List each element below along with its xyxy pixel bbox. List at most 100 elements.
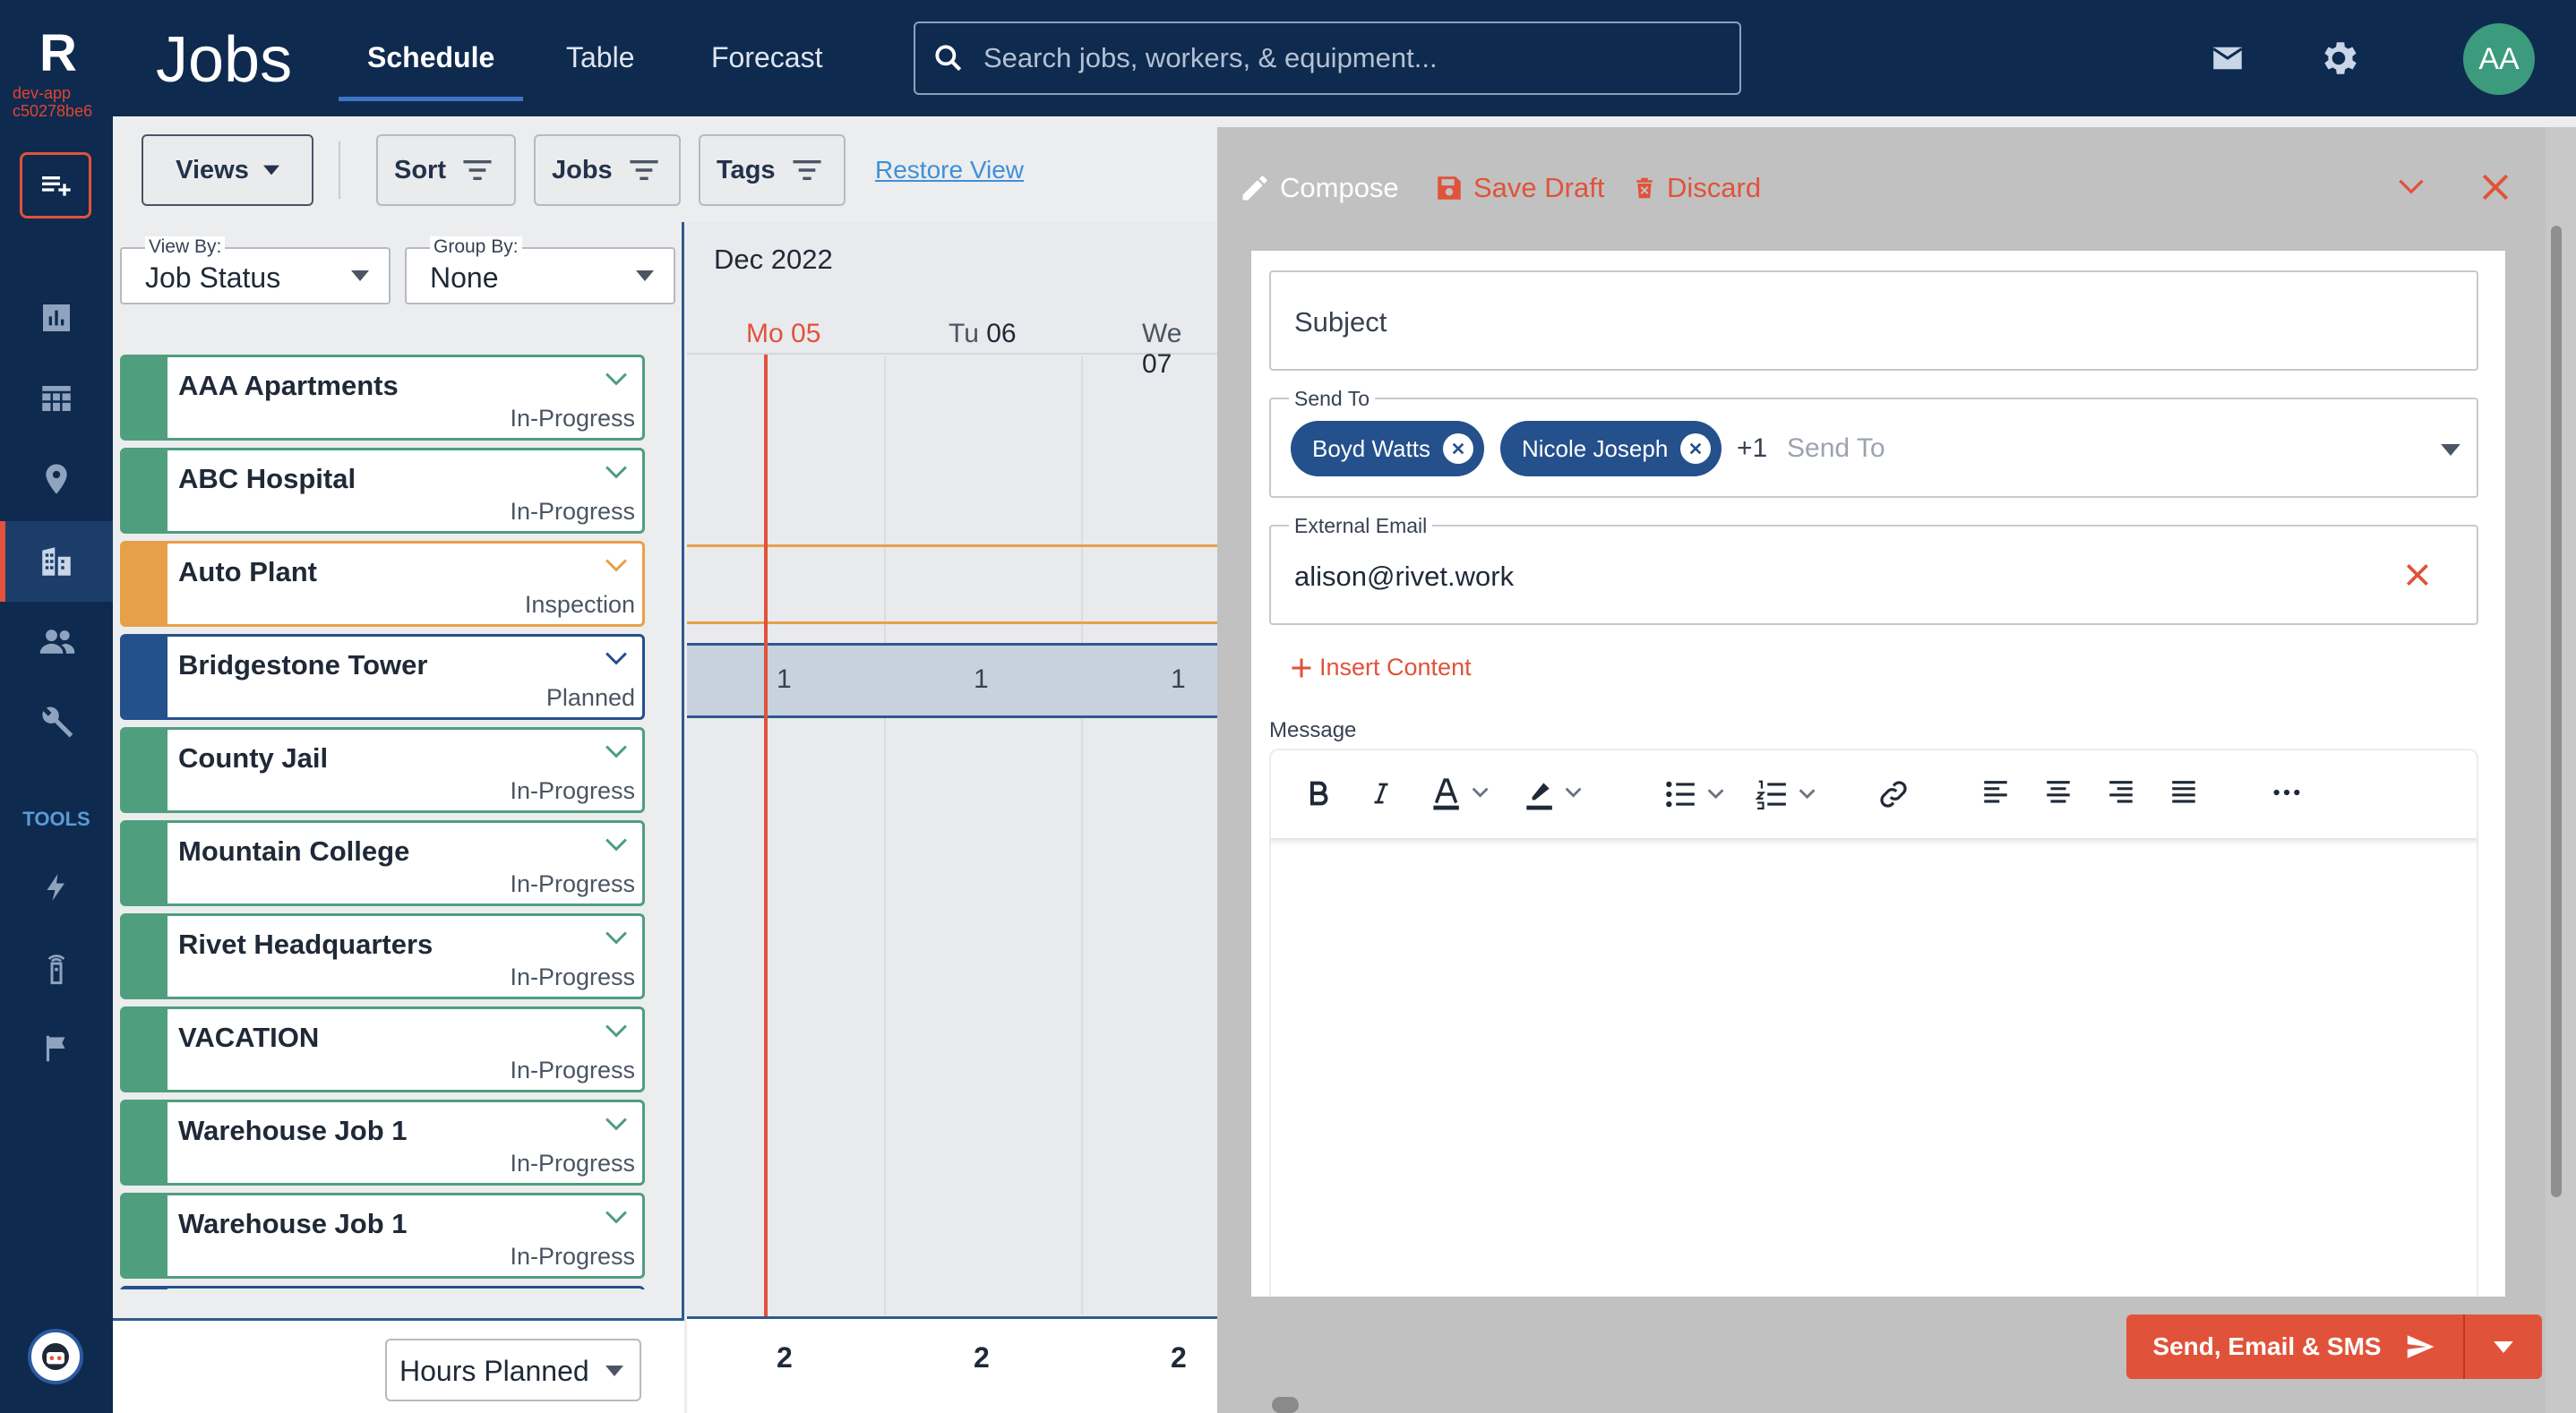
views-button[interactable]: Views xyxy=(142,134,313,206)
nav-map[interactable] xyxy=(0,439,113,519)
numbered-list-button[interactable] xyxy=(1755,777,1823,811)
sort-button[interactable]: Sort xyxy=(376,134,516,206)
filter-lines-icon xyxy=(792,159,821,181)
restore-view-link[interactable]: Restore View xyxy=(875,156,1024,184)
caret-down-icon xyxy=(262,165,279,176)
job-status: In-Progress xyxy=(510,1243,635,1270)
tags-filter-button[interactable]: Tags xyxy=(699,134,846,206)
user-avatar[interactable]: AA xyxy=(2463,23,2535,95)
job-card[interactable]: Mountain College In-Progress xyxy=(120,820,645,906)
chevron-down-icon[interactable] xyxy=(605,1023,628,1038)
remove-recipient-button[interactable] xyxy=(1442,433,1473,464)
caret-down-icon xyxy=(636,270,654,281)
send-to-field[interactable]: Send To Boyd Watts Nicole Joseph +1 Send… xyxy=(1269,387,2478,498)
message-editor[interactable] xyxy=(1269,838,2478,1297)
save-draft-button[interactable]: Save Draft xyxy=(1434,172,1604,204)
align-left-button[interactable] xyxy=(1980,777,2011,808)
tab-schedule[interactable]: Schedule xyxy=(367,41,494,74)
chevron-down-icon[interactable] xyxy=(605,1117,628,1131)
chevron-down-icon[interactable] xyxy=(605,930,628,945)
message-label: Message xyxy=(1269,718,1357,742)
mail-button[interactable] xyxy=(2207,39,2248,77)
nav-flags[interactable] xyxy=(0,1008,113,1089)
chevron-down-icon[interactable] xyxy=(605,558,628,572)
discard-button[interactable]: Discard xyxy=(1631,172,1761,204)
job-card[interactable]: Bridgestone Tower Planned xyxy=(120,634,645,720)
justify-button[interactable] xyxy=(2168,777,2199,808)
app-logo[interactable]: R xyxy=(39,23,77,83)
more-recipients-count[interactable]: +1 xyxy=(1737,433,1767,464)
nav-jobs[interactable] xyxy=(0,521,113,602)
caret-down-icon[interactable] xyxy=(2441,444,2460,456)
recipient-chip[interactable]: Boyd Watts xyxy=(1291,421,1484,476)
job-card[interactable]: Warehouse Job 1 In-Progress xyxy=(120,1193,645,1279)
support-avatar[interactable] xyxy=(28,1329,83,1384)
job-name: ABC Hospital xyxy=(178,463,356,494)
tab-table[interactable]: Table xyxy=(566,41,635,74)
nav-equipment[interactable] xyxy=(0,682,113,763)
env-build: c50278be6 xyxy=(13,102,93,120)
job-card[interactable]: AAA Apartments In-Progress xyxy=(120,355,645,441)
tab-forecast[interactable]: Forecast xyxy=(711,41,822,74)
highlight-button[interactable] xyxy=(1524,777,1586,811)
align-center-icon xyxy=(2047,781,2070,803)
job-card[interactable]: Auto Plant Inspection xyxy=(120,541,645,627)
align-right-button[interactable] xyxy=(2106,777,2136,808)
align-center-button[interactable] xyxy=(2043,777,2074,808)
nav-reports[interactable] xyxy=(0,278,113,358)
more-options-button[interactable] xyxy=(2271,777,2303,808)
nav-table[interactable] xyxy=(0,358,113,439)
clear-icon[interactable] xyxy=(2403,561,2432,589)
day-header-tue[interactable]: Tu 06 xyxy=(949,319,1017,349)
italic-button[interactable] xyxy=(1368,777,1395,809)
day-header-mon[interactable]: Mo 05 xyxy=(746,319,820,349)
nav-automations[interactable] xyxy=(0,847,113,928)
page-scrollbar-thumb[interactable] xyxy=(2551,226,2562,1197)
recipient-chip[interactable]: Nicole Joseph xyxy=(1500,421,1722,476)
bullet-list-button[interactable] xyxy=(1663,777,1731,811)
close-compose-button[interactable] xyxy=(2480,172,2511,202)
job-card[interactable]: Warehouse Job 1 In-Progress xyxy=(120,1100,645,1186)
insert-content-button[interactable]: Insert Content xyxy=(1289,654,1472,681)
job-card[interactable]: County Jail In-Progress xyxy=(120,727,645,813)
search-input[interactable] xyxy=(983,42,1718,74)
settings-button[interactable] xyxy=(2316,36,2361,81)
chevron-down-icon[interactable] xyxy=(605,465,628,479)
send-email-sms-button[interactable]: Send, Email & SMS xyxy=(2126,1315,2463,1379)
job-card[interactable]: Rivet Headquarters In-Progress xyxy=(120,913,645,999)
link-button[interactable] xyxy=(1876,777,1911,811)
chart-icon xyxy=(43,304,70,331)
font-color-button[interactable] xyxy=(1430,777,1493,811)
planned-count: 1 xyxy=(974,664,989,694)
job-card[interactable]: VACATION In-Progress xyxy=(120,1006,645,1092)
jobs-filter-button[interactable]: Jobs xyxy=(534,134,681,206)
day-header-wed[interactable]: We 07 xyxy=(1142,319,1217,380)
metric-select[interactable]: Hours Planned xyxy=(385,1339,641,1401)
nav-people[interactable] xyxy=(0,602,113,682)
group-by-select[interactable]: Group By: None xyxy=(405,236,675,304)
gear-icon xyxy=(2324,42,2357,74)
subject-field[interactable]: Subject xyxy=(1269,270,2478,371)
job-name: VACATION xyxy=(178,1022,320,1053)
job-card[interactable]: ABC Hospital In-Progress xyxy=(120,448,645,534)
view-by-select[interactable]: View By: Job Status xyxy=(120,236,391,304)
job-status: In-Progress xyxy=(510,777,635,804)
recipient-name: Boyd Watts xyxy=(1312,434,1430,462)
horizontal-scroll-handle[interactable] xyxy=(1272,1397,1299,1413)
chevron-down-icon[interactable] xyxy=(605,372,628,386)
collapse-button[interactable] xyxy=(2398,177,2425,195)
external-email-field[interactable]: External Email alison@rivet.work xyxy=(1269,514,2478,625)
chevron-down-icon[interactable] xyxy=(605,744,628,758)
send-to-input[interactable]: Send To xyxy=(1787,433,1885,464)
chevron-down-icon[interactable] xyxy=(605,1210,628,1224)
new-job-button[interactable] xyxy=(20,152,91,218)
remove-recipient-button[interactable] xyxy=(1680,433,1712,464)
nav-devices[interactable] xyxy=(0,928,113,1008)
job-card[interactable]: Warehouse Job 1 xyxy=(120,1286,645,1289)
chevron-down-icon[interactable] xyxy=(605,651,628,665)
bold-button[interactable] xyxy=(1303,777,1334,809)
send-options-button[interactable] xyxy=(2465,1315,2542,1379)
job-status-color-bar xyxy=(123,730,167,810)
chevron-down-icon[interactable] xyxy=(605,837,628,852)
global-search[interactable] xyxy=(914,21,1741,95)
